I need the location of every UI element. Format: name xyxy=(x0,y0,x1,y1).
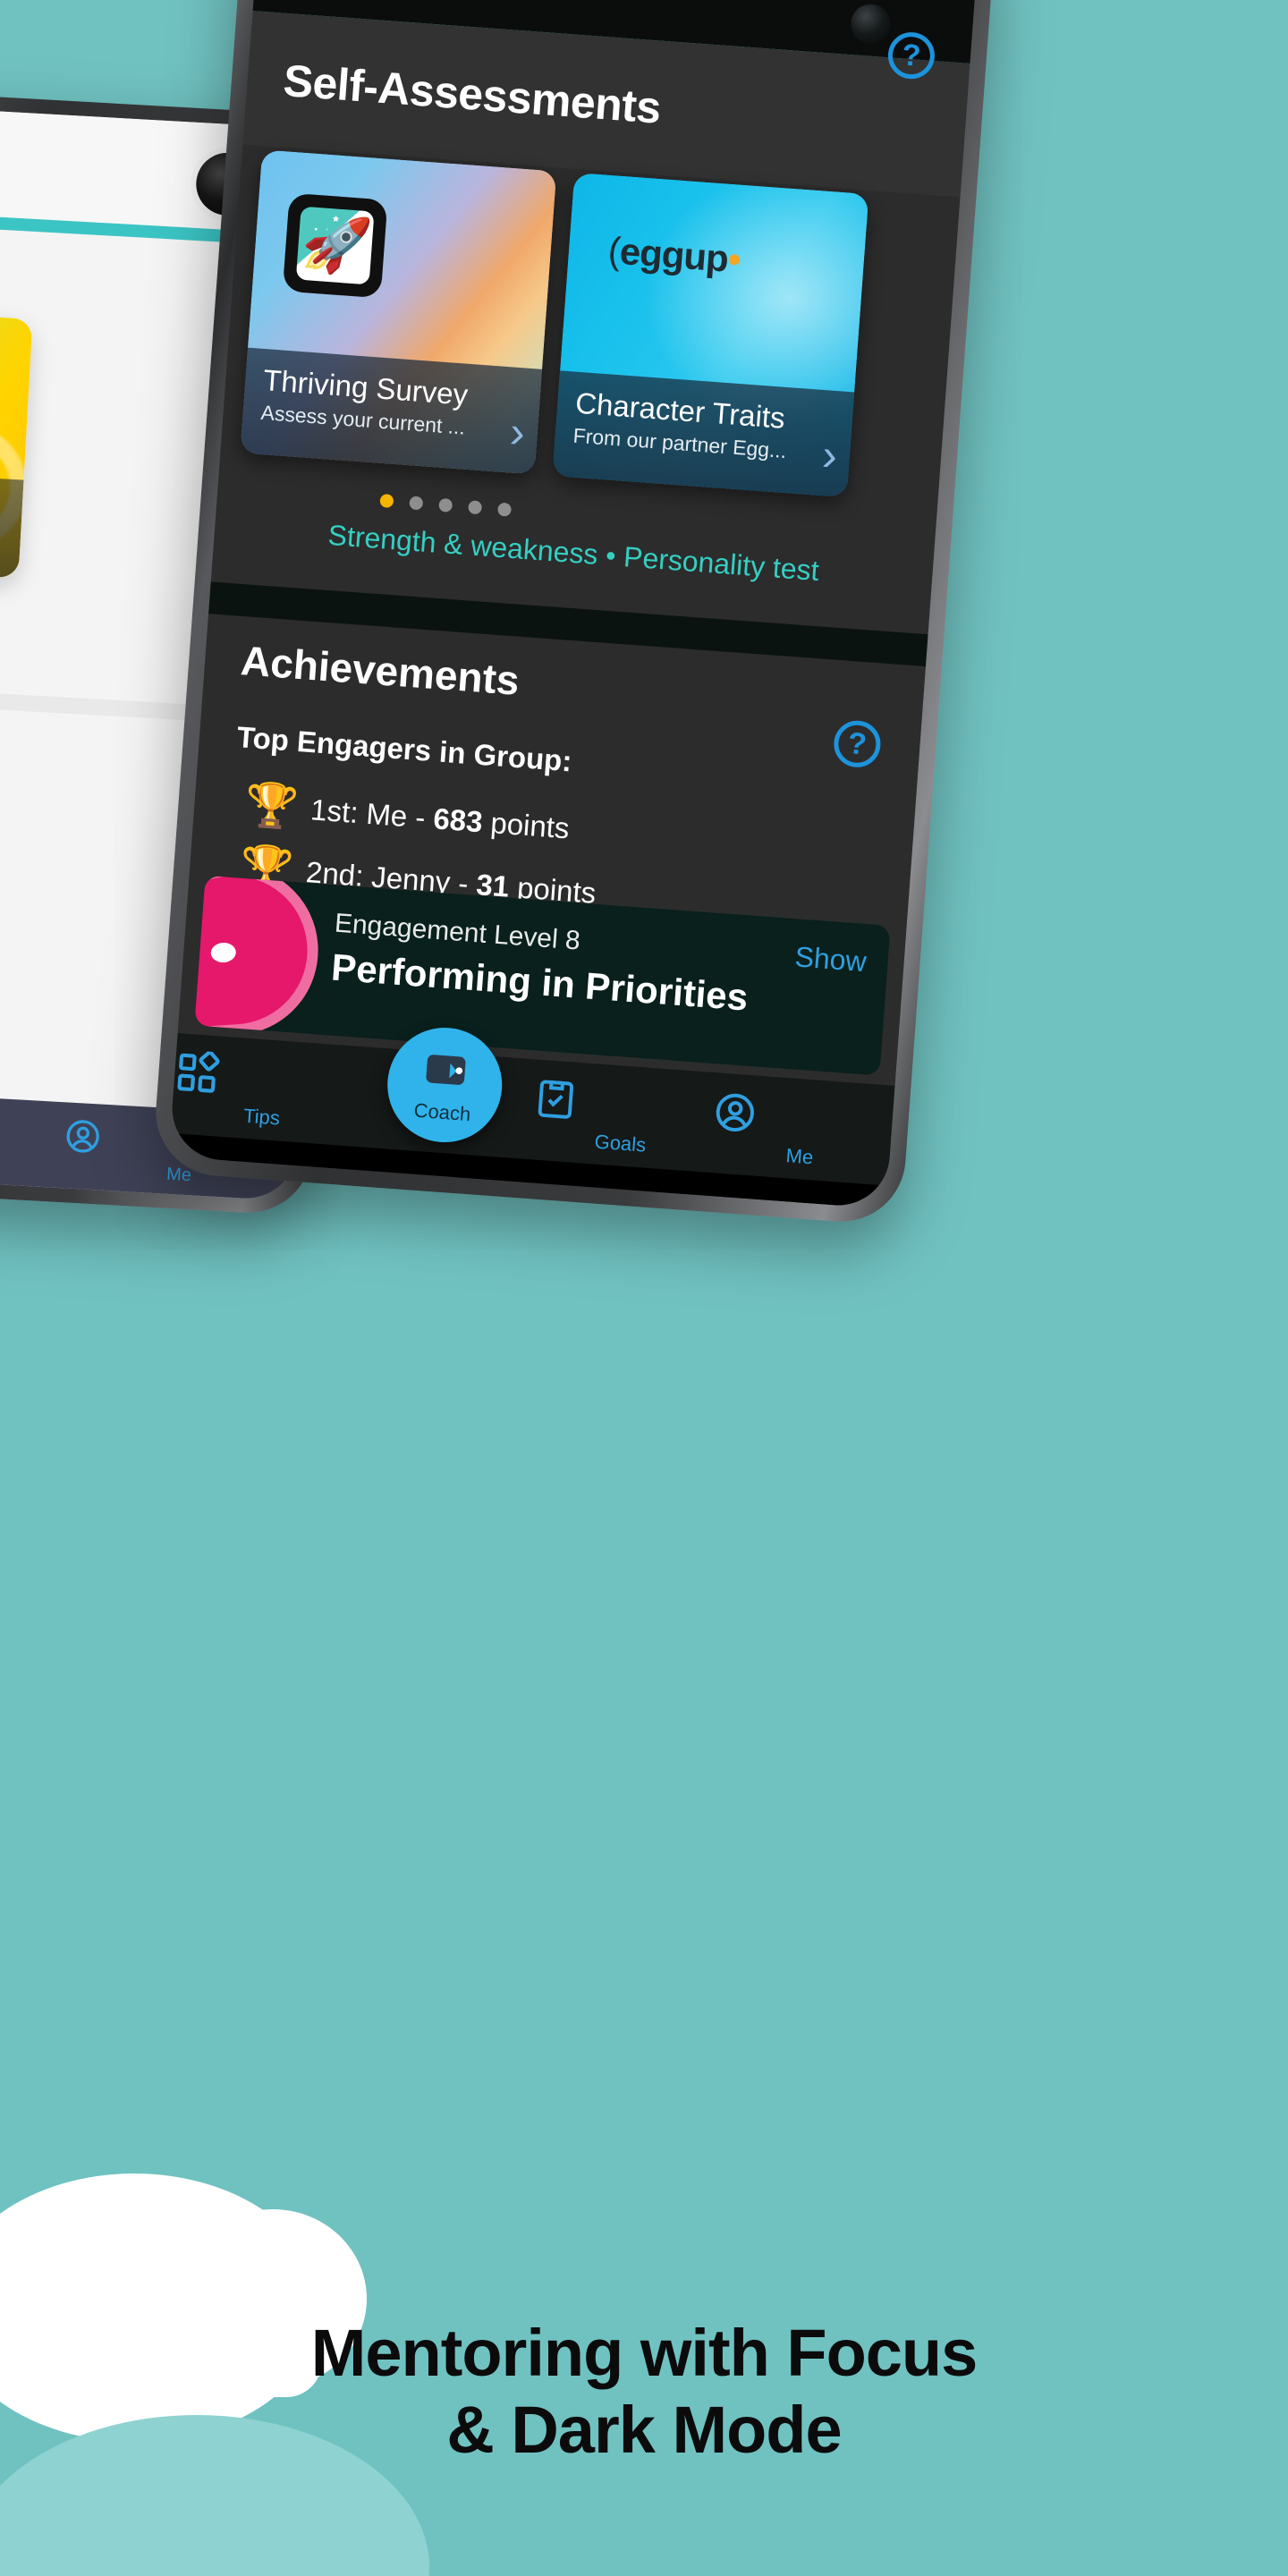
page-title: Self-Assessments xyxy=(281,55,663,133)
chevron-right-icon[interactable]: › xyxy=(820,429,839,480)
caption-line-1: Mentoring with Focus xyxy=(310,2316,979,2391)
list-item: 683 points xyxy=(0,806,67,862)
caption-line-2: & Dark Mode xyxy=(446,2393,842,2468)
dark-phone-screen: Networker Self-Assessments ? 🚀 Thriving … xyxy=(168,0,980,1209)
achievements-title: Achievements xyxy=(239,637,521,704)
nav-label: Coach xyxy=(412,1098,472,1126)
achievements-subtitle: Top Engagers in Group: xyxy=(235,720,573,778)
carousel-pager[interactable] xyxy=(379,493,513,517)
nav-item-goals[interactable]: Goals xyxy=(530,1075,714,1162)
dark-mode-phone: Networker Self-Assessments ? 🚀 Thriving … xyxy=(151,0,997,1226)
list-item: 31 points xyxy=(0,863,64,919)
leaderboard-text: 1st: Me - 683 points xyxy=(309,792,571,845)
show-link[interactable]: Show xyxy=(793,940,867,979)
tips-grid-icon xyxy=(174,1049,356,1107)
rocket-icon-inner: 🚀 xyxy=(295,206,375,285)
nav-item-tips[interactable]: Tips xyxy=(171,1049,355,1136)
me-person-icon xyxy=(711,1089,894,1147)
card-footer: Thriving Survey Assess your current ... … xyxy=(240,347,543,475)
rocket-glyph: 🚀 xyxy=(299,210,375,280)
chevron-right-icon[interactable]: › xyxy=(0,514,5,555)
engagement-title: Performing in Priorities xyxy=(329,945,750,1019)
dark-tagline: Strength & weakness • Personality test xyxy=(326,518,820,588)
marketing-caption: Mentoring with Focus & Dark Mode xyxy=(0,2315,1288,2469)
dark-app-title: Networker xyxy=(258,0,979,1)
speech-bubble-icon xyxy=(194,875,324,1041)
assessment-carousel[interactable]: 🚀 Thriving Survey Assess your current ..… xyxy=(220,148,960,513)
nav-item-me[interactable]: Me xyxy=(709,1089,894,1175)
front-camera xyxy=(849,3,892,46)
assessment-card-character-traits[interactable]: (eggup• Character Traits From our partne… xyxy=(552,172,869,498)
light-assessment-card[interactable]: PREMIUM Full Personal... An assessment w… xyxy=(0,295,33,579)
nav-label: Me xyxy=(784,1144,815,1169)
card-footer: Character Traits From our partner Egg...… xyxy=(552,370,855,498)
list-item: 3934 points xyxy=(0,920,61,977)
achievements-help-icon[interactable]: ? xyxy=(832,718,883,769)
light-points-list: 683 points 31 points 3934 points xyxy=(0,806,67,1004)
achievements-section: Achievements ? Top Engagers in Group: 🏆 … xyxy=(177,614,926,1086)
eggup-logo-text: eggup xyxy=(618,229,730,280)
nav-item-goals[interactable]: Goals xyxy=(0,1102,64,1179)
gold-trophy-icon: 🏆 xyxy=(242,780,301,833)
chevron-right-icon[interactable]: › xyxy=(508,406,527,457)
rocket-icon: 🚀 xyxy=(282,192,388,299)
nav-label: Goals xyxy=(593,1130,648,1157)
nav-item-coach[interactable]: Coach xyxy=(356,1023,535,1147)
assessment-card-thriving-survey[interactable]: 🚀 Thriving Survey Assess your current ..… xyxy=(240,149,557,475)
coach-icon xyxy=(419,1044,471,1096)
goals-clipboard-icon xyxy=(0,1102,64,1155)
goals-clipboard-icon xyxy=(532,1075,715,1133)
nav-label: Tips xyxy=(242,1104,281,1130)
